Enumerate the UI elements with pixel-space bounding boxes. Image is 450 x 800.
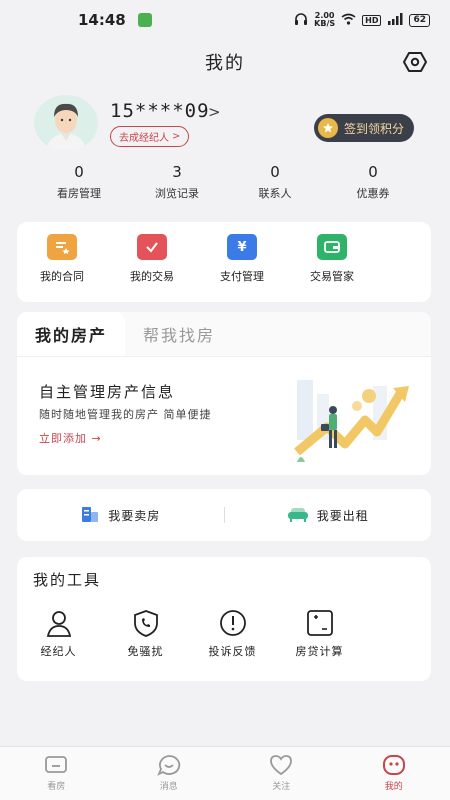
app-notification-icon [137, 13, 152, 27]
quick-label: 我的交易 [130, 270, 174, 283]
quick-item-contracts[interactable]: 我的合同 [17, 234, 107, 302]
quick-item-payments[interactable]: ¥ 支付管理 [197, 234, 287, 302]
role-badge-label: 去成经纪人 [119, 133, 169, 144]
nav-label: 看房 [47, 782, 66, 792]
property-card: 我的房产 帮我找房 自主管理房产信息 随时随地管理我的房产 简单便捷 立即添加 … [17, 312, 431, 475]
stat-coupons[interactable]: 0 优惠券 [324, 163, 422, 209]
trade-icon [137, 234, 167, 260]
quick-actions-card: 我的合同 我的交易 ¥ 支付管理 交易管家 [17, 222, 431, 302]
battery-indicator: 62 [409, 13, 430, 27]
tool-label: 免骚扰 [127, 645, 164, 658]
alert-circle-icon [219, 610, 246, 636]
quick-item-trade-butler[interactable]: 交易管家 [287, 234, 377, 302]
calculator-icon [306, 610, 333, 636]
property-tabs: 我的房产 帮我找房 [17, 312, 431, 357]
quick-label: 交易管家 [310, 270, 354, 283]
status-bar: 14:48 2.00 KB/S HD 62 [0, 0, 450, 40]
checkin-label: 签到领积分 [344, 121, 405, 136]
property-title: 自主管理房产信息 [39, 383, 176, 401]
network-speed: 2.00 KB/S [314, 11, 336, 28]
wifi-icon [341, 13, 356, 28]
stat-label: 优惠券 [356, 187, 390, 200]
tools-row: 经纪人 免骚扰 投诉反馈 房贷计算 [17, 609, 431, 659]
stat-label: 浏览记录 [155, 187, 199, 200]
quick-item-trades[interactable]: 我的交易 [107, 234, 197, 302]
nav-label: 关注 [272, 782, 291, 792]
heart-icon [270, 755, 293, 776]
hd-badge: HD [362, 14, 382, 26]
headphones-icon [294, 12, 308, 29]
checkin-button[interactable]: 签到领积分 [314, 114, 415, 142]
tab-my-property[interactable]: 我的房产 [17, 312, 126, 356]
status-time: 14:48 [78, 11, 126, 29]
title-bar: 我的 [0, 40, 450, 84]
profile-icon [382, 755, 405, 775]
stat-label: 联系人 [258, 187, 292, 200]
sell-label: 我要卖房 [108, 508, 161, 523]
house-icon [45, 756, 68, 773]
quick-label: 我的合同 [40, 270, 84, 283]
payment-icon: ¥ [227, 234, 257, 260]
stat-browsing-history[interactable]: 3 浏览记录 [128, 163, 226, 209]
nav-label: 我的 [384, 782, 403, 792]
tools-card: 我的工具 经纪人 免骚扰 投诉反馈 房贷计算 [17, 557, 431, 681]
nav-item-view-house[interactable]: 看房 [0, 747, 113, 800]
wallet-icon [317, 234, 347, 260]
avatar[interactable] [34, 95, 98, 151]
building-icon [80, 505, 100, 526]
tool-complaint[interactable]: 投诉反馈 [189, 609, 276, 659]
nav-item-mine[interactable]: 我的 [338, 747, 450, 800]
stat-value: 0 [74, 163, 84, 181]
nav-item-messages[interactable]: 消息 [113, 747, 226, 800]
rent-label: 我要出租 [316, 508, 369, 523]
profile-section: 15****09 > 去成经纪人 > 签到领积分 [34, 95, 434, 155]
tool-mortgage-calculator[interactable]: 房贷计算 [276, 609, 363, 659]
tab-find-property[interactable]: 帮我找房 [125, 312, 233, 356]
sell-house-button[interactable]: 我要卖房 [17, 505, 224, 526]
user-phone[interactable]: 15****09 [110, 100, 210, 122]
growth-illustration [294, 380, 409, 462]
stat-contacts[interactable]: 0 联系人 [226, 163, 324, 209]
stat-label: 看房管理 [57, 187, 101, 200]
rent-house-button[interactable]: 我要出租 [225, 505, 432, 526]
tool-label: 投诉反馈 [208, 645, 257, 658]
property-description: 随时随地管理我的房产 简单便捷 [39, 408, 212, 421]
stats-row: 0 看房管理 3 浏览记录 0 联系人 0 优惠券 [30, 163, 422, 209]
message-icon [157, 755, 180, 776]
shield-phone-icon [133, 610, 158, 637]
settings-icon [403, 52, 427, 72]
stat-value: 3 [172, 163, 182, 181]
status-indicators: 2.00 KB/S HD 62 [294, 12, 430, 29]
nav-item-follow[interactable]: 关注 [225, 747, 338, 800]
stat-value: 0 [368, 163, 378, 181]
chevron-right-icon[interactable]: > [208, 103, 221, 121]
signal-icon [387, 12, 403, 28]
contract-icon [47, 234, 77, 260]
tool-label: 经纪人 [40, 645, 77, 658]
settings-button[interactable] [402, 49, 428, 75]
bottom-nav: 看房 消息 关注 我的 [0, 746, 450, 800]
page-title: 我的 [205, 53, 245, 74]
sell-rent-card: 我要卖房 我要出租 [17, 489, 431, 541]
coin-icon [318, 118, 338, 138]
sofa-icon [287, 505, 309, 526]
tools-title: 我的工具 [33, 571, 102, 589]
stat-viewing-management[interactable]: 0 看房管理 [30, 163, 128, 209]
tool-no-disturb[interactable]: 免骚扰 [102, 609, 189, 659]
become-agent-badge[interactable]: 去成经纪人 > [110, 126, 190, 147]
stat-value: 0 [270, 163, 280, 181]
quick-label: 支付管理 [220, 270, 264, 283]
tool-label: 房贷计算 [295, 645, 344, 658]
nav-label: 消息 [159, 782, 178, 792]
agent-icon [46, 611, 71, 637]
add-property-link[interactable]: 立即添加 → [39, 430, 102, 446]
chevron-right-icon: > [172, 131, 181, 142]
tool-agent[interactable]: 经纪人 [15, 609, 102, 659]
